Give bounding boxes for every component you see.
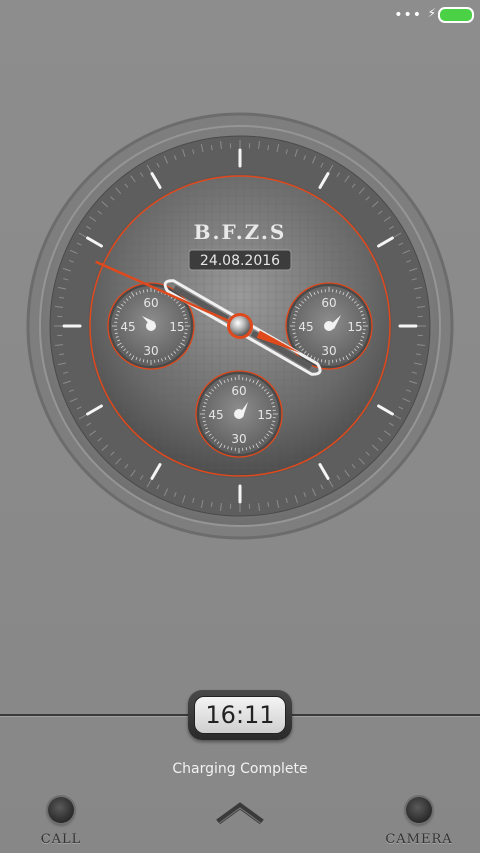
subdial-right: 60 15 30 45	[285, 282, 373, 370]
subdial-right-30: 30	[321, 344, 336, 358]
digital-time: 16:11	[194, 696, 286, 734]
subdial-left-60: 60	[143, 296, 158, 310]
call-knob-icon[interactable]	[48, 797, 74, 823]
watch-face-widget: B.F.Z.S 24.08.2016 60 15 30 45 60 15 30 …	[26, 112, 454, 540]
call-label: CALL	[40, 832, 82, 847]
subdial-right-45: 45	[298, 320, 313, 334]
subdial-left: 60 15 30 45	[107, 282, 195, 370]
subdial-bottom-45: 45	[208, 408, 223, 422]
subdial-bottom-60: 60	[231, 384, 246, 398]
subdial-right-15: 15	[347, 320, 362, 334]
center-cap	[230, 316, 250, 336]
subdial-bottom-30: 30	[231, 432, 246, 446]
camera-shortcut[interactable]: CAMERA	[374, 797, 464, 853]
subdial-bottom: 60 15 30 45	[195, 370, 283, 458]
date-text: 24.08.2016	[200, 253, 280, 269]
charging-status-text: Charging Complete	[172, 761, 308, 777]
subdial-right-60: 60	[321, 296, 336, 310]
subdial-left-30: 30	[143, 344, 158, 358]
subdial-left-45: 45	[120, 320, 135, 334]
brand-logo-text: B.F.Z.S	[194, 220, 287, 244]
chevron-up-icon[interactable]	[214, 798, 266, 828]
subdial-left-15: 15	[169, 320, 184, 334]
camera-label: CAMERA	[385, 832, 453, 847]
lock-screen: ••• ⚡ B.F.Z.S 24.08.2016 60 15 30 45 60 …	[0, 0, 480, 853]
camera-knob-icon[interactable]	[406, 797, 432, 823]
call-shortcut[interactable]: CALL	[16, 797, 106, 853]
subdial-bottom-15: 15	[257, 408, 272, 422]
